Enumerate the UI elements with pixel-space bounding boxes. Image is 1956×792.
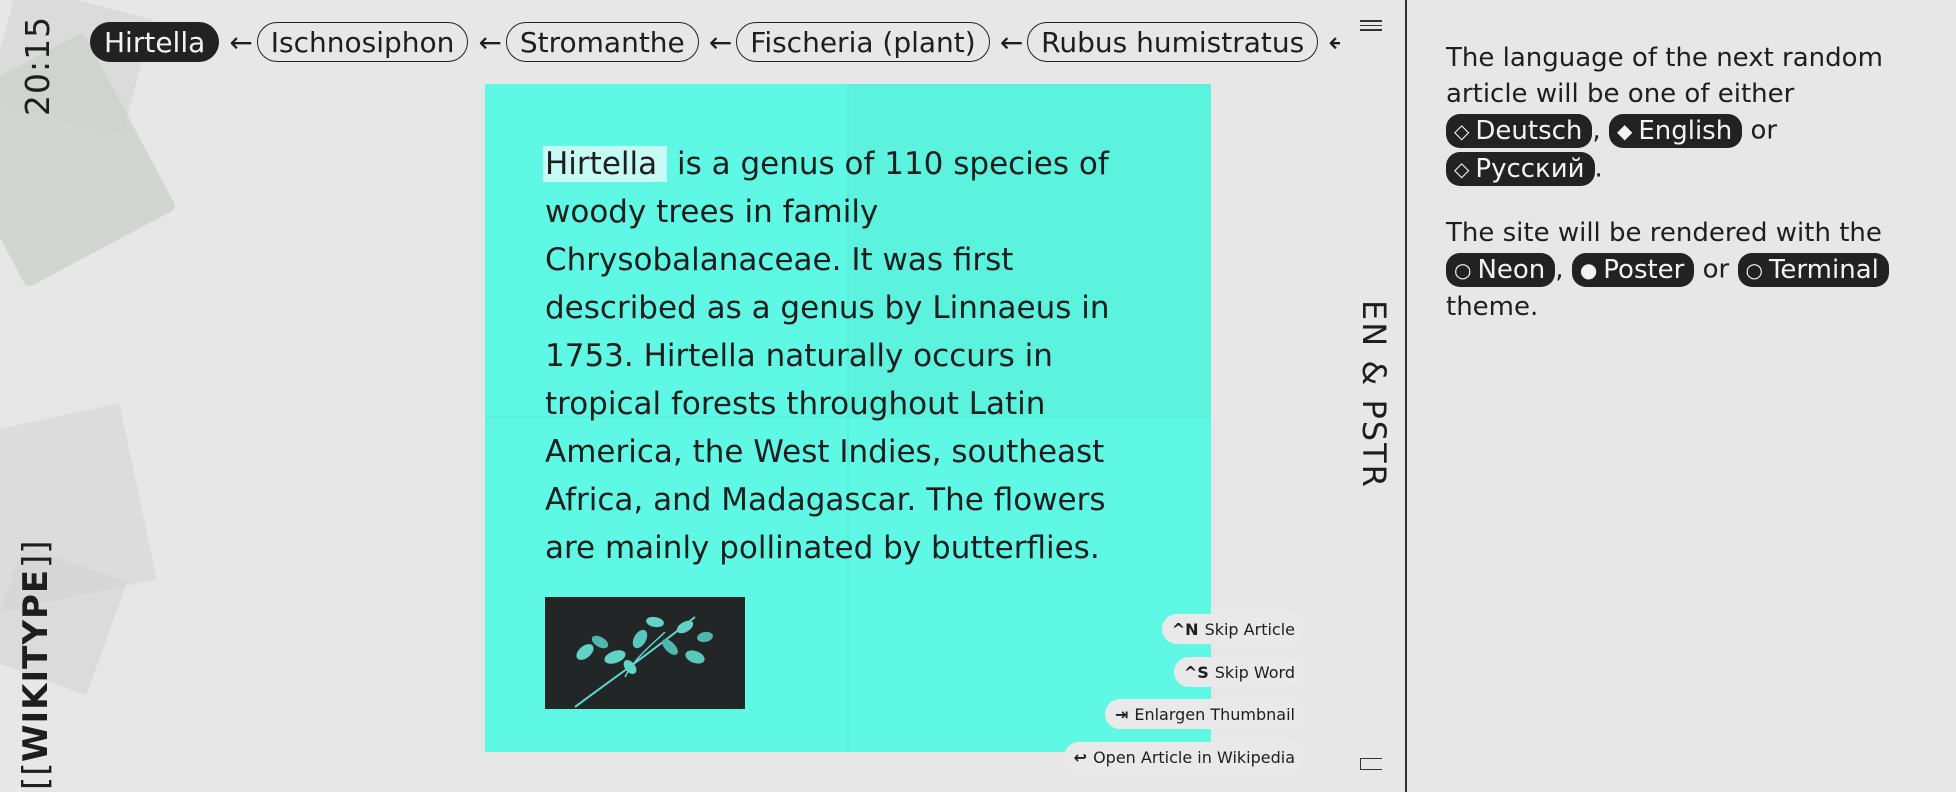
radio-empty-icon: ○ (1454, 258, 1472, 282)
return-icon: ↩ (1073, 747, 1088, 767)
language-intro: The language of the next random article … (1446, 43, 1883, 109)
separator: or (1750, 115, 1778, 146)
logo-name: WIKITYPE (16, 568, 56, 762)
skip-article-button[interactable]: ^N Skip Article (1161, 614, 1305, 644)
language-theme-indicator: EN & PSTR (1355, 300, 1393, 489)
article-body: is a genus of 110 species of woody trees… (545, 146, 1110, 566)
theme-label: Poster (1603, 255, 1685, 285)
plant-thumbnail-icon (545, 597, 745, 709)
language-option-deutsch[interactable]: ◇ Deutsch (1446, 114, 1593, 148)
theme-setting: The site will be rendered with the ○ Neon… (1446, 215, 1916, 325)
diamond-outline-icon: ◇ (1454, 157, 1470, 181)
shortcut-label: Skip Word (1214, 662, 1295, 682)
article-card: Hirtella is a genus of 110 species of wo… (485, 84, 1211, 752)
article-thumbnail[interactable] (545, 597, 745, 709)
theme-option-terminal[interactable]: ○ Terminal (1737, 253, 1889, 287)
arrow-left-icon: ← (1328, 25, 1340, 59)
radio-filled-icon: ● (1579, 258, 1598, 282)
separator: , (1555, 254, 1564, 285)
theme-intro: The site will be rendered with the (1446, 218, 1882, 248)
clock: 20:15 (18, 16, 57, 117)
theme-option-neon[interactable]: ○ Neon (1446, 253, 1556, 287)
theme-outro: theme. (1446, 292, 1539, 322)
arrow-left-icon: ← (229, 25, 253, 59)
skip-word-button[interactable]: ^S Skip Word (1173, 657, 1305, 687)
theme-label: Terminal (1768, 255, 1879, 285)
breadcrumb-item[interactable]: Fischeria (plant) (736, 22, 990, 62)
shortcut-key: ^S (1183, 662, 1209, 682)
shortcut-label: Enlargen Thumbnail (1134, 704, 1295, 724)
article-text: Hirtella is a genus of 110 species of wo… (543, 140, 1145, 572)
logo-bracket-open: [[ (16, 761, 56, 791)
arrow-left-icon: ← (708, 25, 733, 59)
shortcut-label: Open Article in Wikipedia (1093, 747, 1295, 767)
language-option-russian[interactable]: ◇ Русский (1446, 152, 1595, 186)
theme-option-poster[interactable]: ● Poster (1571, 253, 1695, 287)
settings-panel: The language of the next random article … (1446, 40, 1916, 352)
breadcrumb: Hirtella ← Ischnosiphon ← Stromanthe ← F… (90, 21, 1340, 63)
open-in-wikipedia-button[interactable]: ↩ Open Article in Wikipedia (1063, 742, 1305, 772)
radio-empty-icon: ○ (1745, 258, 1763, 282)
breadcrumb-item[interactable]: Rubus humistratus (1027, 22, 1319, 62)
corner-bracket-icon (1360, 758, 1382, 770)
breadcrumb-current[interactable]: Hirtella (90, 22, 220, 62)
panel-divider (1405, 0, 1407, 792)
language-setting: The language of the next random article … (1446, 40, 1916, 188)
language-label: Deutsch (1475, 116, 1583, 146)
shortcut-key: ^N (1171, 619, 1199, 639)
menu-icon[interactable] (1360, 20, 1382, 34)
arrow-left-icon: ← (478, 25, 502, 59)
diamond-filled-icon: ◆ (1616, 119, 1633, 143)
separator: , (1592, 115, 1601, 146)
language-label: Русский (1475, 154, 1585, 184)
separator: . (1594, 153, 1603, 184)
site-logo: [[WIKITYPE]] (16, 540, 56, 790)
breadcrumb-item[interactable]: Stromanthe (505, 22, 699, 62)
breadcrumb-item[interactable]: Ischnosiphon (256, 22, 469, 62)
separator: or (1702, 254, 1730, 285)
shortcut-label: Skip Article (1204, 619, 1295, 639)
logo-bracket-close: ]] (16, 539, 56, 569)
arrow-left-icon: ← (999, 25, 1024, 59)
language-option-english[interactable]: ◆ English (1608, 114, 1743, 148)
tab-icon: ⇥ (1114, 704, 1129, 724)
language-label: English (1638, 116, 1733, 146)
enlarge-thumbnail-button[interactable]: ⇥ Enlargen Thumbnail (1104, 699, 1305, 729)
current-word-highlight: Hirtella (543, 146, 668, 182)
diamond-outline-icon: ◇ (1454, 119, 1470, 143)
theme-label: Neon (1477, 255, 1546, 285)
